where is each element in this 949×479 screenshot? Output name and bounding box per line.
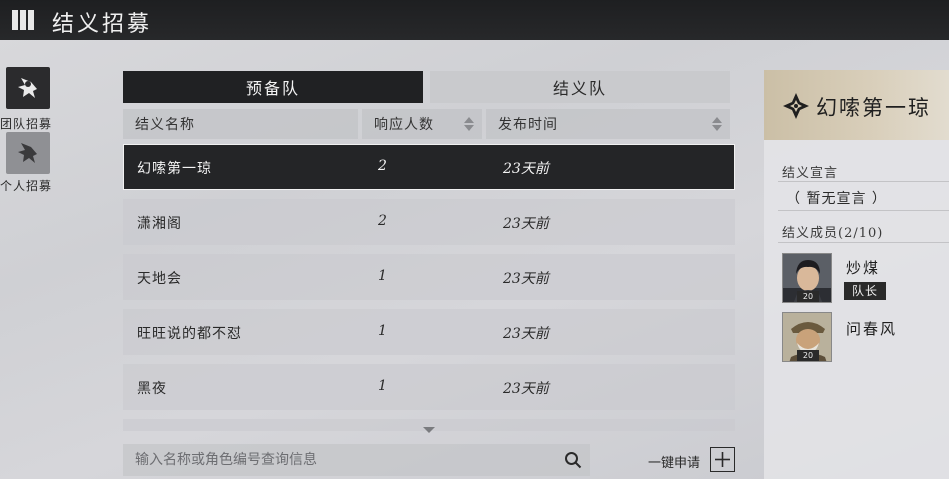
plus-icon bbox=[715, 452, 730, 467]
tab-reserve[interactable]: 预备队 bbox=[123, 71, 423, 103]
row-count: 2 bbox=[378, 158, 387, 174]
scroll-down-icon[interactable] bbox=[423, 427, 435, 433]
row-count: 1 bbox=[378, 323, 387, 339]
search-box[interactable] bbox=[123, 444, 590, 476]
divider bbox=[778, 181, 949, 182]
one-click-apply-label: 一键申请 bbox=[648, 456, 701, 471]
column-header-count-label: 响应人数 bbox=[374, 117, 434, 133]
column-header-count[interactable]: 响应人数 bbox=[362, 109, 482, 139]
divider bbox=[778, 242, 949, 243]
members-label: 结义成员(2/10) bbox=[782, 226, 884, 241]
search-icon[interactable] bbox=[564, 451, 582, 469]
member-name: 炒煤 bbox=[846, 259, 881, 277]
leader-badge: 队长 bbox=[844, 282, 886, 300]
declaration-text: （ 暂无宣言 ） bbox=[786, 191, 887, 207]
table-row[interactable]: 幻嗦第一琼 2 23天前 bbox=[123, 144, 735, 190]
table-row[interactable]: 天地会 1 23天前 bbox=[123, 254, 735, 300]
page-title: 结义招募 bbox=[52, 12, 153, 37]
menu-icon[interactable] bbox=[12, 10, 34, 30]
avatar[interactable]: 20 bbox=[782, 312, 832, 362]
side-label-personal-recruit: 个人招募 bbox=[0, 179, 53, 193]
member-level: 20 bbox=[797, 350, 819, 361]
sort-icon bbox=[712, 116, 722, 132]
side-tab-team-recruit[interactable] bbox=[6, 67, 50, 109]
row-count: 1 bbox=[378, 378, 387, 394]
guild-emblem-icon bbox=[783, 93, 809, 119]
detail-panel-header: 幻嗦第一琼 bbox=[764, 70, 949, 140]
one-click-apply-button[interactable] bbox=[710, 447, 735, 472]
row-name: 潇湘阁 bbox=[137, 216, 182, 232]
search-input[interactable] bbox=[135, 450, 555, 470]
table-row[interactable]: 潇湘阁 2 23天前 bbox=[123, 199, 735, 245]
detail-title: 幻嗦第一琼 bbox=[816, 96, 931, 120]
row-count: 2 bbox=[378, 213, 387, 229]
column-header-time-label: 发布时间 bbox=[498, 117, 558, 133]
column-header-name-label: 结义名称 bbox=[135, 117, 195, 133]
detail-panel: 幻嗦第一琼 结义宣言 （ 暂无宣言 ） 结义成员(2/10) 20 炒煤 队长 … bbox=[764, 70, 949, 479]
side-label-team-recruit: 团队招募 bbox=[0, 117, 53, 131]
row-name: 旺旺说的都不怼 bbox=[137, 326, 242, 342]
column-header-time[interactable]: 发布时间 bbox=[486, 109, 730, 139]
member-name: 问春风 bbox=[846, 320, 898, 338]
row-name: 天地会 bbox=[137, 271, 182, 287]
row-time: 23天前 bbox=[503, 216, 549, 232]
side-tab-personal-recruit[interactable] bbox=[6, 132, 50, 174]
row-time: 23天前 bbox=[503, 271, 549, 287]
row-count: 1 bbox=[378, 268, 387, 284]
row-time: 23天前 bbox=[503, 381, 549, 397]
team-recruit-icon bbox=[18, 78, 37, 98]
tab-sworn[interactable]: 结义队 bbox=[430, 71, 730, 103]
table-row[interactable]: 黑夜 1 23天前 bbox=[123, 364, 735, 410]
avatar[interactable]: 20 bbox=[782, 253, 832, 303]
member-level: 20 bbox=[797, 291, 819, 302]
personal-recruit-icon bbox=[18, 143, 37, 163]
divider bbox=[778, 210, 949, 211]
table-row[interactable]: 旺旺说的都不怼 1 23天前 bbox=[123, 309, 735, 355]
sort-icon bbox=[464, 116, 474, 132]
declaration-label: 结义宣言 bbox=[782, 166, 839, 181]
row-name: 幻嗦第一琼 bbox=[137, 161, 212, 177]
row-time: 23天前 bbox=[503, 161, 549, 177]
row-name: 黑夜 bbox=[137, 381, 167, 397]
column-header-name: 结义名称 bbox=[123, 109, 358, 139]
row-time: 23天前 bbox=[503, 326, 549, 342]
top-bar: 结义招募 bbox=[0, 0, 949, 40]
